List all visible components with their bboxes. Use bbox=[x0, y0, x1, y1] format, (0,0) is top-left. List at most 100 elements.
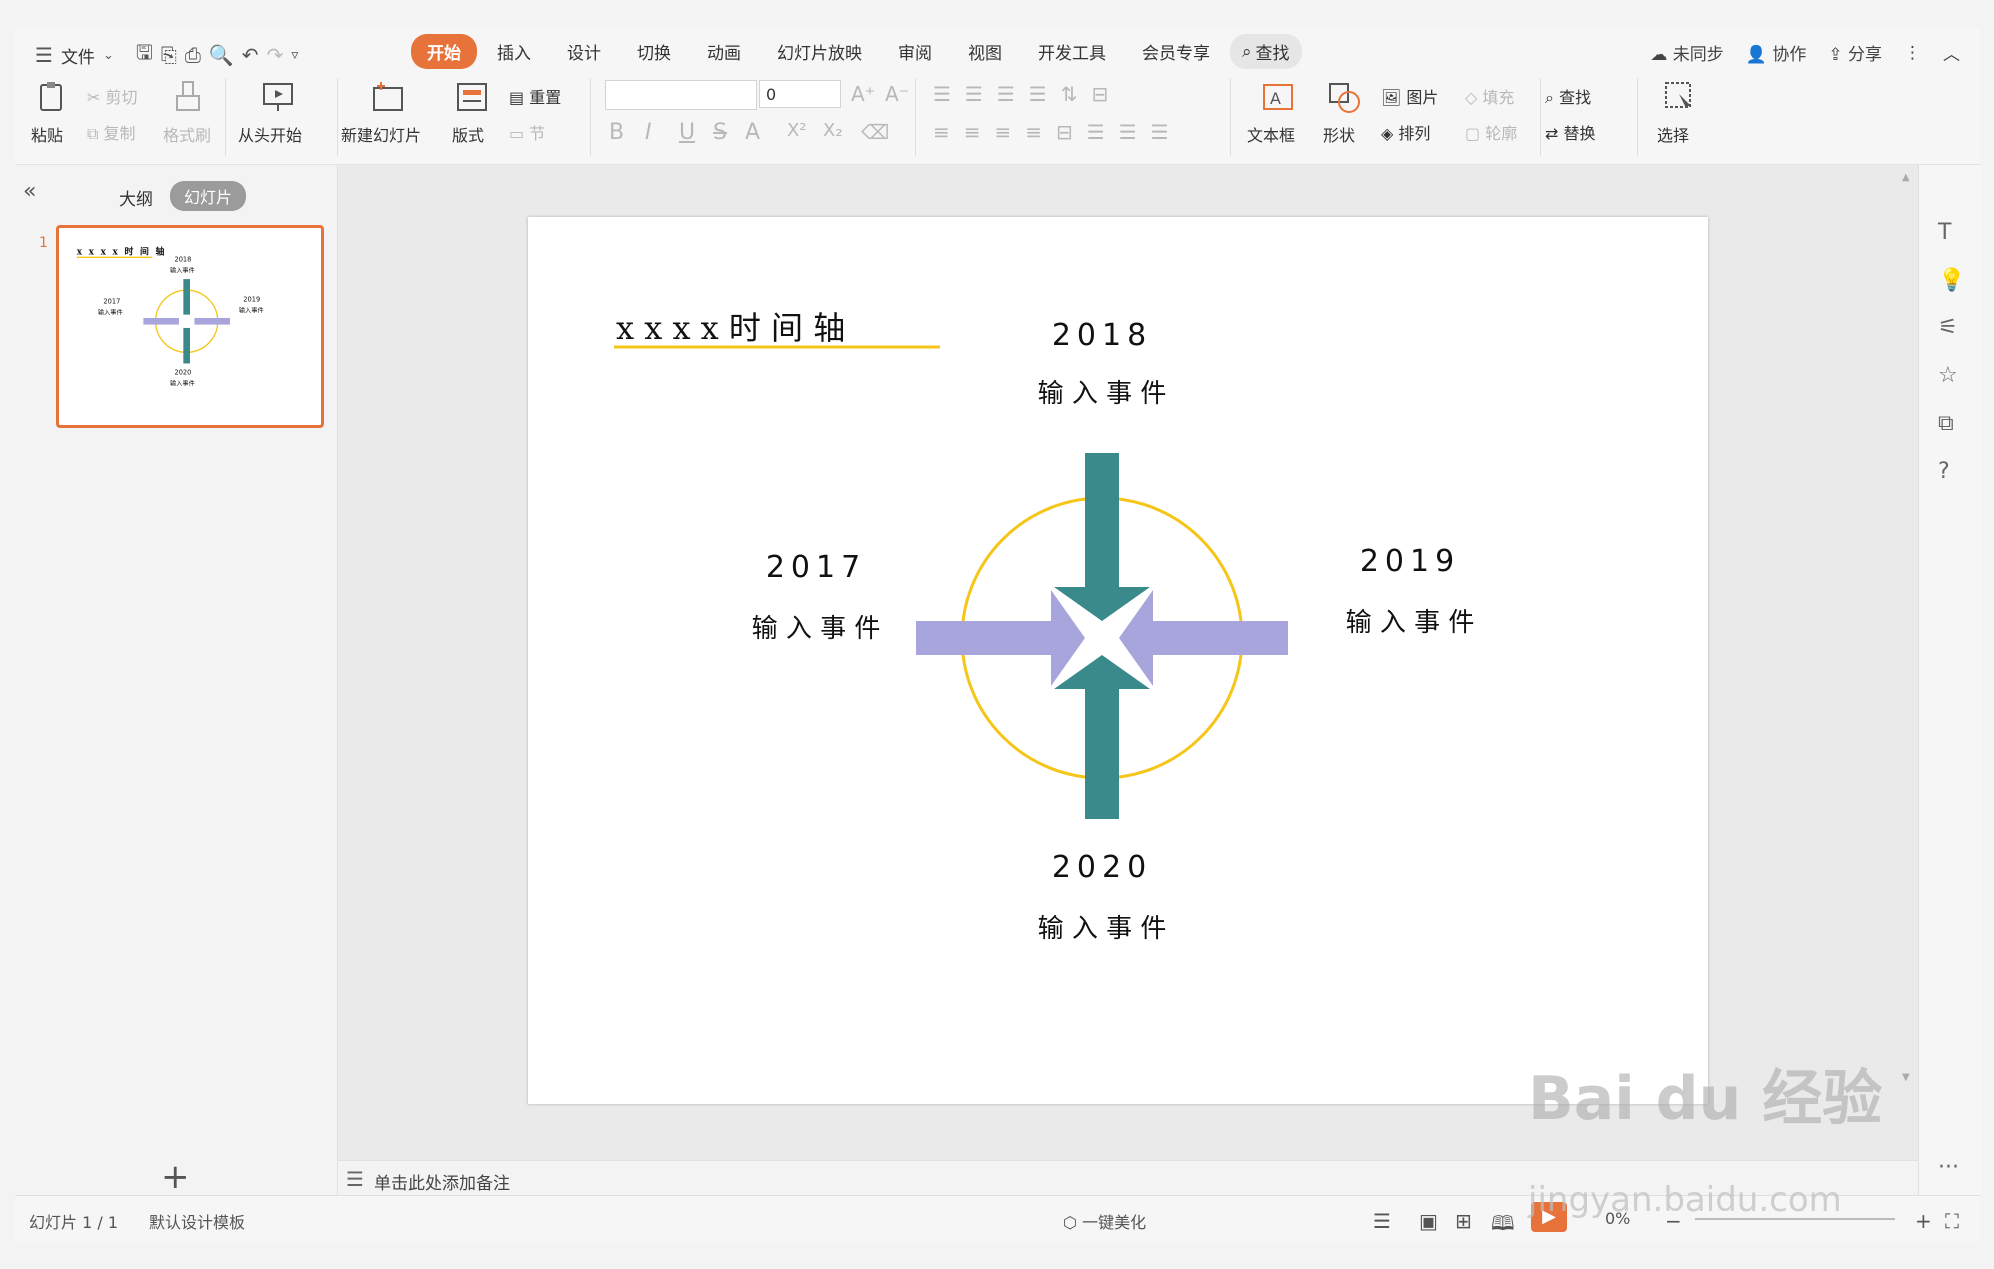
tab-member[interactable]: 会员专享 bbox=[1126, 34, 1226, 69]
alignment-tools-icon[interactable]: ≡≡≡≡⊟☰☰☰ bbox=[933, 120, 1183, 144]
reset-button[interactable]: ▤ 重置 bbox=[509, 84, 561, 108]
arrow-left-right[interactable] bbox=[1119, 590, 1288, 686]
select-icon[interactable] bbox=[1663, 80, 1697, 114]
font-size-input[interactable]: 0 bbox=[759, 80, 841, 108]
font-name-input[interactable] bbox=[605, 80, 757, 110]
scroll-down-icon[interactable]: ▼ bbox=[1902, 1072, 1910, 1083]
notes-toggle-icon[interactable]: ☰ bbox=[1373, 1209, 1391, 1233]
italic-icon[interactable]: I bbox=[645, 120, 652, 145]
section-button[interactable]: ▭ 节 bbox=[509, 120, 545, 144]
collapse-ribbon-icon[interactable]: ︿ bbox=[1943, 40, 1960, 65]
new-slide-icon[interactable] bbox=[371, 80, 405, 114]
increase-font-icon[interactable]: A⁺ bbox=[851, 82, 875, 106]
notes-placeholder[interactable]: 单击此处添加备注 bbox=[374, 1169, 510, 1194]
print-preview-icon[interactable]: 🔍 bbox=[209, 43, 234, 67]
scroll-up-icon[interactable]: ▲ bbox=[1902, 172, 1910, 183]
tab-design[interactable]: 设计 bbox=[551, 34, 617, 69]
underline-icon[interactable]: U bbox=[679, 120, 695, 145]
tab-slides[interactable]: 幻灯片 bbox=[170, 181, 247, 211]
paragraph-tools-icon[interactable]: ☰☰☰☰⇅⊟ bbox=[933, 82, 1122, 106]
tab-animations[interactable]: 动画 bbox=[691, 34, 757, 69]
tab-slideshow[interactable]: 幻灯片放映 bbox=[761, 34, 878, 69]
star-icon[interactable]: ☆ bbox=[1938, 363, 1958, 388]
layout-button[interactable]: 版式 bbox=[452, 122, 484, 146]
event-year-2017[interactable]: 2017 bbox=[766, 550, 866, 585]
save-icon[interactable]: 🖫 bbox=[136, 38, 153, 72]
decrease-font-icon[interactable]: A⁻ bbox=[885, 82, 909, 106]
search-button[interactable]: ⌕ 查找 bbox=[1230, 34, 1302, 69]
event-text-2018[interactable]: 输 入 事 件 bbox=[1038, 379, 1167, 409]
new-slide-button[interactable]: 新建幻灯片 bbox=[341, 122, 421, 146]
bold-icon[interactable]: B bbox=[609, 120, 624, 145]
lightbulb-icon[interactable]: 💡 bbox=[1938, 268, 1965, 293]
format-painter-button[interactable]: 格式刷 bbox=[163, 122, 211, 146]
event-text-2017[interactable]: 输 入 事 件 bbox=[752, 614, 881, 644]
grid-view-icon[interactable]: ⊞ bbox=[1455, 1209, 1472, 1233]
copy-button[interactable]: ⧉ 复制 bbox=[87, 120, 136, 144]
text-format-icon[interactable]: T bbox=[1938, 220, 1951, 245]
fit-window-icon[interactable]: ⛶ bbox=[1945, 1209, 1959, 1233]
shape-button[interactable]: 形状 bbox=[1323, 122, 1355, 146]
shape-icon[interactable] bbox=[1327, 80, 1361, 114]
collapse-panel-icon[interactable]: « bbox=[23, 179, 36, 204]
arrow-up-bottom[interactable] bbox=[1054, 655, 1150, 819]
undo-icon[interactable]: ↶ bbox=[242, 43, 259, 67]
event-year-2020[interactable]: 2020 bbox=[1052, 850, 1152, 885]
arrow-right-left[interactable] bbox=[916, 590, 1085, 686]
sync-button[interactable]: ☁ 未同步 bbox=[1650, 40, 1723, 65]
select-button[interactable]: 选择 bbox=[1657, 122, 1689, 146]
tab-review[interactable]: 审阅 bbox=[882, 34, 948, 69]
from-start-button[interactable]: 从头开始 bbox=[238, 122, 302, 146]
more-options-icon[interactable]: ⋮ bbox=[1904, 43, 1921, 63]
more-icon[interactable]: ··· bbox=[1938, 1155, 1959, 1180]
zoom-in-icon[interactable]: + bbox=[1915, 1209, 1932, 1233]
collab-button[interactable]: 👤 协作 bbox=[1746, 40, 1807, 65]
tab-outline[interactable]: 大纲 bbox=[119, 185, 153, 210]
slides-copy-icon[interactable]: ⧉ bbox=[1938, 411, 1954, 436]
help-icon[interactable]: ? bbox=[1938, 459, 1950, 484]
slide-title[interactable]: x x x x 时 间 轴 bbox=[616, 309, 845, 347]
tab-transitions[interactable]: 切换 bbox=[621, 34, 687, 69]
layout-icon[interactable] bbox=[455, 80, 489, 114]
fill-button[interactable]: ◇ 填充 bbox=[1465, 84, 1514, 108]
replace-button[interactable]: ⇄ 替换 bbox=[1545, 120, 1596, 144]
event-year-2019[interactable]: 2019 bbox=[1360, 544, 1460, 579]
settings-sliders-icon[interactable]: ⚟ bbox=[1938, 315, 1958, 340]
cut-button[interactable]: ✂ 剪切 bbox=[87, 84, 138, 108]
superscript-icon[interactable]: X² bbox=[787, 120, 807, 141]
vertical-scrollbar[interactable]: ▲ ▼ bbox=[1900, 172, 1914, 1132]
paste-icon[interactable] bbox=[35, 80, 69, 114]
paste-button[interactable]: 粘贴 bbox=[31, 122, 63, 146]
normal-view-icon[interactable]: ▣ bbox=[1419, 1209, 1438, 1233]
slideshow-from-start-icon[interactable] bbox=[261, 80, 295, 114]
customize-toolbar-icon[interactable]: ▿ bbox=[291, 47, 298, 63]
hamburger-menu-icon[interactable]: ☰ bbox=[35, 43, 53, 67]
export-icon[interactable]: ⎘ bbox=[161, 43, 177, 67]
reading-view-icon[interactable]: 🕮 bbox=[1491, 1209, 1515, 1243]
tab-insert[interactable]: 插入 bbox=[481, 34, 547, 69]
event-text-2020[interactable]: 输 入 事 件 bbox=[1038, 914, 1167, 944]
find-button[interactable]: ⌕ 查找 bbox=[1545, 84, 1591, 108]
picture-button[interactable]: 🖼 图片 bbox=[1381, 84, 1438, 108]
redo-icon[interactable]: ↷ bbox=[267, 43, 284, 67]
textbox-button[interactable]: 文本框 bbox=[1247, 122, 1295, 146]
outline-button[interactable]: ▢ 轮廓 bbox=[1465, 120, 1517, 144]
tab-developer[interactable]: 开发工具 bbox=[1022, 34, 1122, 69]
event-year-2018[interactable]: 2018 bbox=[1052, 318, 1152, 353]
file-menu[interactable]: 文件 bbox=[61, 43, 95, 68]
print-icon[interactable]: ⎙ bbox=[185, 43, 201, 67]
event-text-2019[interactable]: 输 入 事 件 bbox=[1346, 608, 1475, 638]
font-color-icon[interactable]: A bbox=[745, 120, 760, 145]
add-slide-icon[interactable]: + bbox=[161, 1157, 190, 1197]
chevron-down-icon[interactable]: ⌄ bbox=[103, 48, 114, 63]
slide-canvas[interactable]: x x x x 时 间 轴 2018 输 入 事 件 2017 输 入 事 件 … bbox=[528, 217, 1708, 1104]
share-button[interactable]: ⇪ 分享 bbox=[1828, 40, 1882, 65]
clear-format-icon[interactable]: ⌫ bbox=[861, 120, 889, 144]
template-name[interactable]: 默认设计模板 bbox=[149, 1209, 245, 1233]
format-painter-icon[interactable] bbox=[171, 80, 205, 114]
tab-home[interactable]: 开始 bbox=[411, 34, 477, 69]
textbox-icon[interactable]: A bbox=[1261, 80, 1295, 114]
arrow-down-top[interactable] bbox=[1054, 453, 1150, 621]
subscript-icon[interactable]: X₂ bbox=[823, 120, 843, 141]
tab-view[interactable]: 视图 bbox=[952, 34, 1018, 69]
